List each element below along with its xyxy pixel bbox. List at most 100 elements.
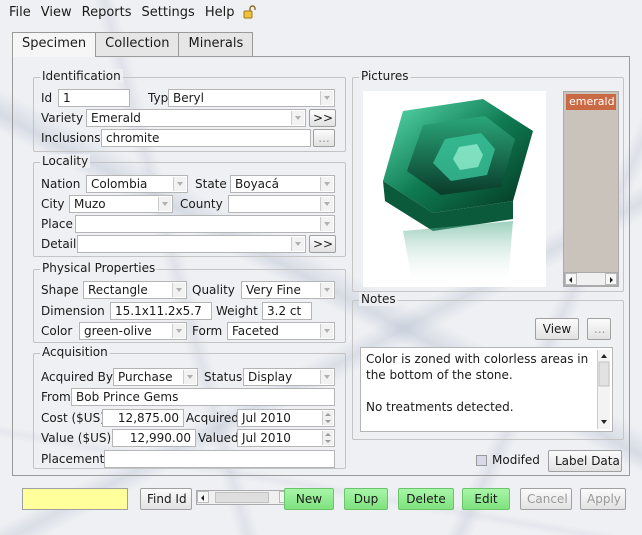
tab-specimen[interactable]: Specimen [12,32,97,57]
chevron-down-icon[interactable] [320,91,333,105]
chevron-down-icon[interactable] [320,370,333,384]
find-id-button[interactable]: Find Id [140,488,192,510]
notes-view-button[interactable]: View [535,318,579,340]
value-field[interactable]: 12,990.00 [112,429,196,447]
variety-label: Variety [41,111,84,125]
label-data-button[interactable]: Label Data [548,450,622,472]
tab-bar: Specimen Collection Minerals [12,32,254,57]
delete-button[interactable]: Delete [398,488,454,510]
acquired-by-label: Acquired By [41,370,113,384]
detail-combo[interactable] [77,235,306,253]
variety-value: Emerald [91,111,141,125]
valued-label: Valued [198,431,239,445]
scroll-left-icon[interactable] [565,273,577,285]
notes-textarea[interactable]: Color is zoned with colorless areas in t… [360,347,613,432]
dup-button[interactable]: Dup [344,488,388,510]
scroll-left-icon[interactable] [197,491,209,503]
cancel-button[interactable]: Cancel [520,488,572,510]
shape-combo[interactable]: Rectangle [83,281,187,299]
menu-view[interactable]: View [36,5,77,20]
cost-label: Cost ($US) [41,411,105,425]
status-text-field[interactable] [22,488,128,510]
detail-more-button[interactable]: >> [309,235,336,253]
county-combo[interactable] [228,195,335,213]
nation-combo[interactable]: Colombia [86,175,188,193]
color-combo[interactable]: green-olive [79,322,187,340]
picture-list-item[interactable]: emerald [566,94,616,110]
weight-field[interactable]: 3.2 ct [262,302,312,320]
chevron-down-icon[interactable] [320,324,333,338]
tab-collection[interactable]: Collection [95,32,180,56]
dimension-field[interactable]: 15.1x11.2x5.7 [110,302,212,320]
place-label: Place [41,217,73,231]
variety-more-button[interactable]: >> [309,109,336,127]
id-field[interactable]: 1 [58,89,130,107]
picture-list-scrollbar[interactable] [564,272,618,286]
inclusions-field[interactable]: chromite [101,129,311,147]
edit-button[interactable]: Edit [462,488,510,510]
menu-bar: File View Reports Settings Help [0,0,642,24]
inclusions-ellipsis-button[interactable]: ... [313,129,335,147]
chevron-down-icon[interactable] [291,237,304,251]
notes-ellipsis-button[interactable]: ... [587,318,611,340]
quality-combo[interactable]: Very Fine [241,281,335,299]
chevron-down-icon[interactable] [158,197,171,211]
modified-checkbox[interactable] [476,455,487,466]
notes-title: Notes [359,292,398,306]
chevron-down-icon[interactable] [183,370,196,384]
city-combo[interactable]: Muzo [69,195,173,213]
chevron-down-icon[interactable] [320,283,333,297]
lock-icon[interactable] [243,5,257,19]
acquired-date-field[interactable]: Jul 2010 [237,409,335,427]
chevron-down-icon[interactable] [173,177,186,191]
dimension-label: Dimension [41,304,105,318]
type-combo[interactable]: Beryl [168,89,335,107]
menu-reports[interactable]: Reports [77,5,137,20]
menu-help[interactable]: Help [200,5,240,20]
place-combo[interactable] [75,215,335,233]
acquired-label: Acquired [186,411,239,425]
placement-field[interactable] [104,450,335,468]
specimen-picture[interactable] [363,91,546,287]
status-combo[interactable]: Display [243,368,335,386]
status-value: Display [248,370,293,384]
form-value: Faceted [232,324,279,338]
identification-title: Identification [40,69,123,83]
picture-list[interactable]: emerald [563,91,619,287]
emerald-image [383,99,533,287]
type-value: Beryl [173,91,204,105]
spinner-icon[interactable] [322,431,333,445]
chevron-down-icon[interactable] [320,177,333,191]
notes-paragraph: Color is zoned with colorless areas in t… [366,352,589,382]
scroll-right-icon[interactable] [605,273,617,285]
cost-field[interactable]: 12,875.00 [102,409,184,427]
spinner-icon[interactable] [322,411,333,425]
from-field[interactable]: Bob Prince Gems [71,388,335,406]
apply-button[interactable]: Apply [580,488,626,510]
chevron-down-icon[interactable] [320,197,333,211]
inclusions-label: Inclusions [41,131,101,145]
county-label: County [180,197,223,211]
acquired-by-combo[interactable]: Purchase [113,368,198,386]
shape-label: Shape [41,283,79,297]
state-combo[interactable]: Boyacá [230,175,335,193]
notes-scrollbar[interactable] [597,350,610,429]
menu-file[interactable]: File [4,5,36,20]
record-navigator-scrollbar[interactable] [196,490,292,505]
tab-minerals[interactable]: Minerals [178,32,254,56]
scroll-thumb[interactable] [215,492,269,503]
menu-settings[interactable]: Settings [137,5,200,20]
valued-date-field[interactable]: Jul 2010 [237,429,335,447]
variety-combo[interactable]: Emerald [86,109,306,127]
color-label: Color [41,324,73,338]
chevron-down-icon[interactable] [172,283,185,297]
chevron-down-icon[interactable] [291,111,304,125]
new-button[interactable]: New [284,488,334,510]
physical-properties-title: Physical Properties [40,261,158,275]
chevron-down-icon[interactable] [320,217,333,231]
notes-paragraph: No treatments detected. [366,400,514,414]
chevron-down-icon[interactable] [172,324,185,338]
form-combo[interactable]: Faceted [227,322,335,340]
detail-label: Detail [41,237,77,251]
city-label: City [41,197,65,211]
